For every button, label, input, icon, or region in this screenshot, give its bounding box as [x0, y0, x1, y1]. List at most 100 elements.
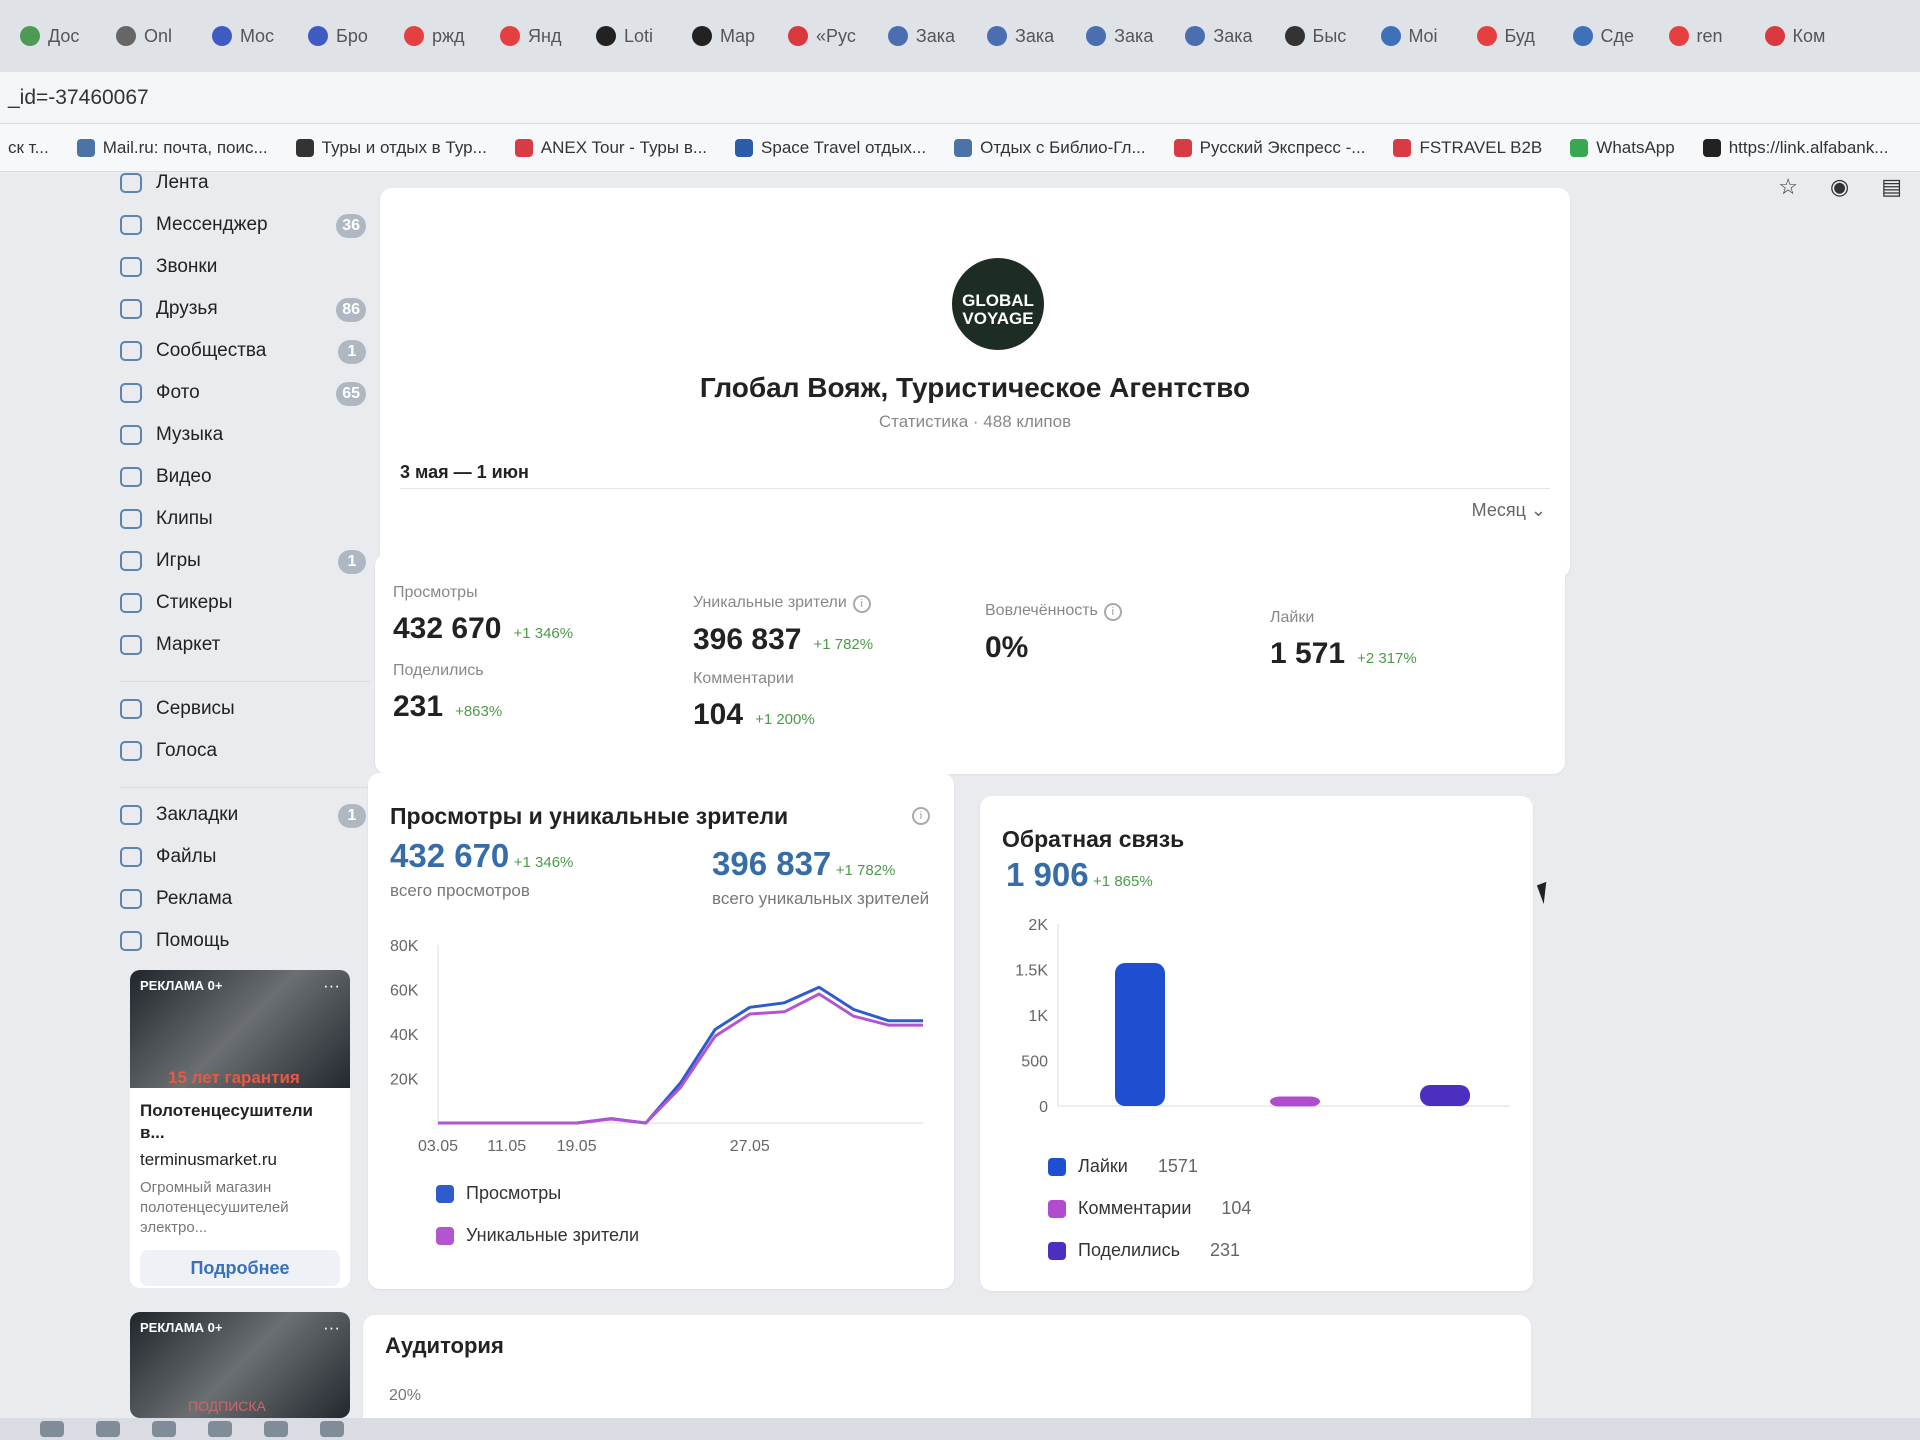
browser-tab-order-4[interactable]: Зака — [1173, 16, 1264, 56]
info-icon[interactable]: i — [852, 595, 871, 613]
views-total-block: 432 670 +1 346% всего просмотров — [390, 837, 573, 901]
sidebar-item-help[interactable]: Помощь — [120, 920, 370, 962]
browser-tab-map[interactable]: Map — [680, 16, 768, 56]
sidebar-item-label: Файлы — [156, 846, 217, 867]
legend-views: Просмотры — [436, 1183, 561, 1204]
sidebar-item-music[interactable]: Музыка — [120, 414, 370, 456]
browser-tab-order-3[interactable]: Зака — [1074, 16, 1165, 56]
bar-1 — [1115, 963, 1165, 1106]
browser-tab-ren[interactable]: ren — [1657, 16, 1745, 56]
taskbar-icon[interactable] — [152, 1421, 176, 1437]
sidebar-item-stickers[interactable]: Стикеры — [120, 582, 370, 624]
sidebar-item-feed[interactable]: Лента — [120, 162, 370, 204]
sidebar-item-market[interactable]: Маркет — [120, 624, 370, 666]
date-range[interactable]: 3 мая — 1 июн — [400, 462, 529, 483]
browser-tab-order-2[interactable]: Зака — [975, 16, 1066, 56]
gamepad-icon — [120, 551, 142, 571]
browser-tab-sde[interactable]: Сде — [1561, 16, 1649, 56]
sidebar-item-communities[interactable]: Сообщества 1 — [120, 330, 370, 372]
sidebar-item-calls[interactable]: Звонки — [120, 246, 370, 288]
bookmark-item[interactable]: ANEX Tour - Туры в... — [514, 138, 707, 158]
sidebar-item-files[interactable]: Файлы — [120, 836, 370, 878]
address-bar[interactable]: _id=-37460067 — [0, 72, 1920, 124]
sidebar-item-label: Мессенджер — [156, 214, 268, 235]
sidebar-ad[interactable]: РЕКЛАМА 0+ ··· 15 лет гарантия Полотенце… — [130, 970, 350, 1288]
sidebar-item-label: Сервисы — [156, 698, 235, 719]
browser-tab-bro[interactable]: Бро — [296, 16, 384, 56]
period-select[interactable]: Месяц ⌄ — [1472, 500, 1546, 521]
star-icon[interactable]: ☆ — [1778, 174, 1798, 200]
sidebar-item-services[interactable]: Сервисы — [120, 688, 370, 730]
legend-label: Уникальные зрители — [466, 1225, 640, 1245]
browser-tab-fast[interactable]: Быс — [1273, 16, 1361, 56]
sidebar-item-votes[interactable]: Голоса — [120, 730, 370, 772]
taskbar-icon[interactable] — [40, 1421, 64, 1437]
sidebar-item-games[interactable]: Игры 1 — [120, 540, 370, 582]
sidebar-item-friends[interactable]: Друзья 86 — [120, 288, 370, 330]
bookmark-label: Отдых с Библио-Гл... — [980, 137, 1146, 157]
menu-icon[interactable]: ▤ — [1881, 174, 1902, 200]
bookmark-label: FSTRAVEL B2B — [1419, 137, 1543, 157]
more-icon[interactable]: ··· — [323, 976, 340, 996]
sidebar-item-video[interactable]: Видео — [120, 456, 370, 498]
tab-label: Ком — [1792, 25, 1826, 46]
ad-image: РЕКЛАМА 0+ ··· 15 лет гарантия — [130, 970, 350, 1088]
legend-comments: Комментарии 104 — [1048, 1198, 1251, 1219]
taskbar-icon[interactable] — [208, 1421, 232, 1437]
browser-tab-online[interactable]: Onl — [104, 16, 192, 56]
bookmark-item[interactable]: Туры и отдых в Тур... — [295, 138, 487, 158]
bookmark-item[interactable]: WhatsApp — [1570, 138, 1675, 158]
taskbar-icon[interactable] — [96, 1421, 120, 1437]
browser-tab-moc[interactable]: Moc — [200, 16, 288, 56]
bar-chart: 2K 1.5K 1K 500 0 — [1015, 917, 1510, 1116]
bookmark-label: https://link.alfabank... — [1728, 137, 1889, 157]
metric-label: Просмотры — [393, 584, 478, 601]
series-line — [438, 985, 923, 1125]
browser-tab-docs[interactable]: Доc — [8, 16, 96, 56]
taskbar-icon[interactable] — [264, 1421, 288, 1437]
avatar[interactable]: GLOBAL VOYAGE — [952, 258, 1044, 350]
count-badge: 1 — [338, 550, 366, 574]
sidebar-item-bookmarks[interactable]: Закладки 1 — [120, 794, 370, 836]
bookmark-item[interactable]: FSTRAVEL B2B — [1393, 138, 1542, 158]
sidebar-ad[interactable]: РЕКЛАМА 0+ ··· ПОДПИСКА — [130, 1312, 350, 1418]
y-tick-label: 1K — [1028, 1008, 1048, 1025]
axis-tick: 20% — [389, 1387, 422, 1404]
metric-label: Комментарии — [693, 670, 794, 687]
browser-tab-rzd[interactable]: ржд — [392, 16, 480, 56]
metric-value: 104 — [693, 698, 744, 731]
browser-tab-loti[interactable]: Loti — [584, 16, 672, 56]
fstravel-icon — [1393, 138, 1412, 157]
tab-icon — [1185, 26, 1206, 46]
bookmark-item[interactable]: Mail.ru: почта, поис... — [76, 138, 268, 158]
taskbar-icon[interactable] — [320, 1421, 344, 1437]
browser-tab-kom[interactable]: Ком — [1753, 16, 1841, 56]
bookmark-item[interactable]: Русский Экспресс -... — [1173, 138, 1365, 158]
tab-label: Бро — [336, 25, 368, 46]
more-icon[interactable]: ··· — [323, 1318, 340, 1338]
browser-tab-yandex[interactable]: Янд — [488, 16, 576, 56]
sidebar-item-clips[interactable]: Клипы — [120, 498, 370, 540]
heart-icon — [514, 138, 533, 157]
ad-domain[interactable]: terminusmarket.ru — [130, 1144, 350, 1170]
sidebar-item-messenger[interactable]: Мессенджер 36 — [120, 204, 370, 246]
ad-more-button[interactable]: Подробнее — [140, 1250, 340, 1286]
browser-tab-rus[interactable]: «Рус — [776, 16, 868, 56]
bookmark-item[interactable]: Отдых с Библио-Гл... — [954, 138, 1146, 158]
sidebar-item-photos[interactable]: Фото 65 — [120, 372, 370, 414]
bookmark-item[interactable]: Space Travel отдых... — [735, 138, 926, 158]
tab-label: Moi — [1408, 25, 1438, 46]
bookmark-item[interactable]: ск т... — [8, 138, 49, 158]
info-icon[interactable]: i — [1103, 603, 1122, 621]
browser-tab-bud[interactable]: Буд — [1465, 16, 1553, 56]
info-icon[interactable]: i — [912, 807, 930, 825]
ad-title[interactable]: Полотенцесушители в... — [130, 1088, 350, 1144]
tab-label: Зака — [1114, 25, 1154, 46]
bookmark-item[interactable]: https://link.alfabank... — [1702, 137, 1889, 158]
opera-icon[interactable]: ◉ — [1830, 174, 1849, 200]
sidebar-item-ads[interactable]: Реклама — [120, 878, 370, 920]
friends-icon — [120, 299, 142, 319]
browser-tab-moi[interactable]: Moi — [1369, 16, 1457, 56]
views-delta: +1 346% — [513, 854, 574, 871]
browser-tab-order-1[interactable]: Зака — [876, 16, 967, 56]
